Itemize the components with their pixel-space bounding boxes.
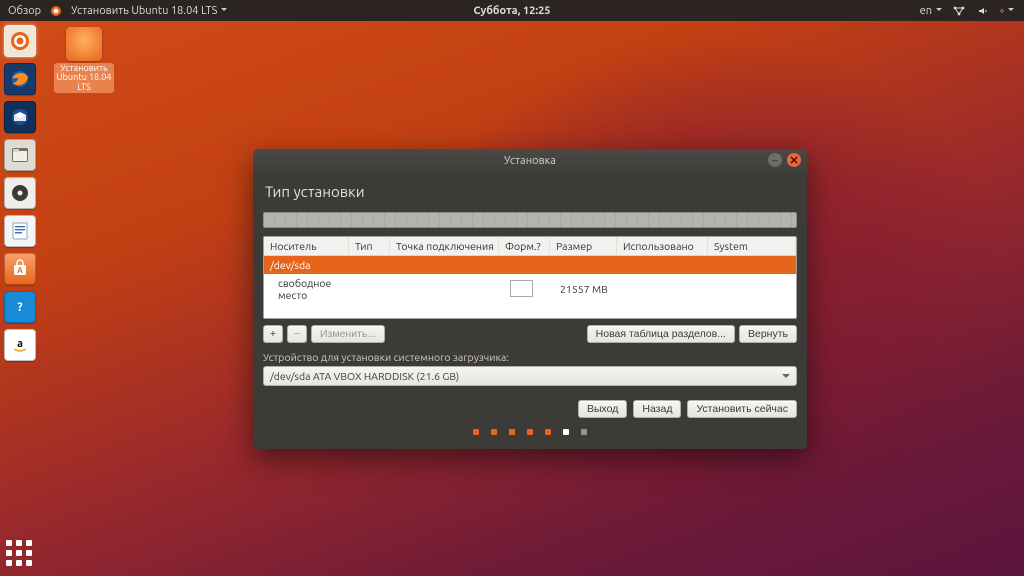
launcher-icon-help[interactable]: ? [4,291,36,323]
change-partition-button[interactable]: Изменить... [311,325,385,343]
cell-device: /dev/sda [264,256,348,274]
table-header: Носитель Тип Точка подключения Форм.? Ра… [264,237,796,256]
svg-text:?: ? [17,301,22,314]
cell-type [356,286,396,292]
clock[interactable]: Суббота, 12:25 [474,5,551,17]
cell-size: 21557 MB [554,280,620,298]
table-row[interactable]: /dev/sda [264,256,796,274]
cell-device: свободное место [264,274,356,304]
launcher-icon-files[interactable] [4,139,36,171]
installer-window: Установка – Тип установки Носитель Тип Т… [253,149,807,449]
close-button[interactable] [787,153,801,167]
power-icon[interactable] [1000,4,1014,18]
chevron-down-icon [782,374,790,382]
top-panel: Обзор Установить Ubuntu 18.04 LTS Суббот… [0,0,1024,21]
bootloader-label: Устройство для установки системного загр… [263,351,797,363]
table-row[interactable]: свободное место 21557 MB [264,274,796,304]
launcher-icon-writer[interactable] [4,215,36,247]
desktop-icon-installer[interactable]: Установить Ubuntu 18.04 LTS [54,27,114,93]
revert-button[interactable]: Вернуть [739,325,797,343]
launcher-icon-firefox[interactable] [4,63,36,95]
cd-icon [66,27,102,61]
window-title: Установка [504,155,556,167]
activities-button[interactable]: Обзор [8,5,41,17]
launcher-icon-installer[interactable] [4,25,36,57]
install-now-button[interactable]: Установить сейчас [687,400,797,418]
add-partition-button[interactable]: + [263,325,283,343]
desktop-icon-label: Установить Ubuntu 18.04 LTS [54,63,114,93]
col-mount[interactable]: Точка подключения [390,237,499,255]
col-size[interactable]: Размер [550,237,617,255]
show-apps-button[interactable] [6,540,34,568]
volume-icon[interactable] [976,4,990,18]
launcher-dock: A ? a [0,21,40,576]
bootloader-value: /dev/sda ATA VBOX HARDDISK (21.6 GB) [270,370,459,382]
new-partition-table-button[interactable]: Новая таблица разделов... [587,325,735,343]
launcher-icon-software[interactable]: A [4,253,36,285]
bootloader-select[interactable]: /dev/sda ATA VBOX HARDDISK (21.6 GB) [263,366,797,386]
svg-text:a: a [17,338,23,350]
lang-indicator[interactable]: en [920,5,942,17]
col-format[interactable]: Форм.? [499,237,550,255]
titlebar[interactable]: Установка – [253,149,807,173]
progress-dots [473,429,587,435]
app-menu[interactable]: Установить Ubuntu 18.04 LTS [71,5,227,17]
col-type[interactable]: Тип [349,237,390,255]
launcher-icon-rhythmbox[interactable] [4,177,36,209]
col-system[interactable]: System [708,237,796,255]
app-indicator-icon [49,4,63,18]
col-device[interactable]: Носитель [264,237,349,255]
col-used[interactable]: Использовано [617,237,708,255]
launcher-icon-thunderbird[interactable] [4,101,36,133]
launcher-icon-amazon[interactable]: a [4,329,36,361]
svg-text:A: A [17,266,23,275]
desktop: Обзор Установить Ubuntu 18.04 LTS Суббот… [0,0,1024,576]
remove-partition-button[interactable]: − [287,325,307,343]
cell-format [504,277,554,302]
cell-mount [396,286,504,292]
quit-button[interactable]: Выход [578,400,627,418]
network-icon[interactable] [952,4,966,18]
minimize-button[interactable]: – [768,153,782,167]
page-heading: Тип установки [265,183,797,200]
back-button[interactable]: Назад [633,400,681,418]
disk-usage-strip [263,212,797,228]
partition-table: Носитель Тип Точка подключения Форм.? Ра… [263,236,797,319]
